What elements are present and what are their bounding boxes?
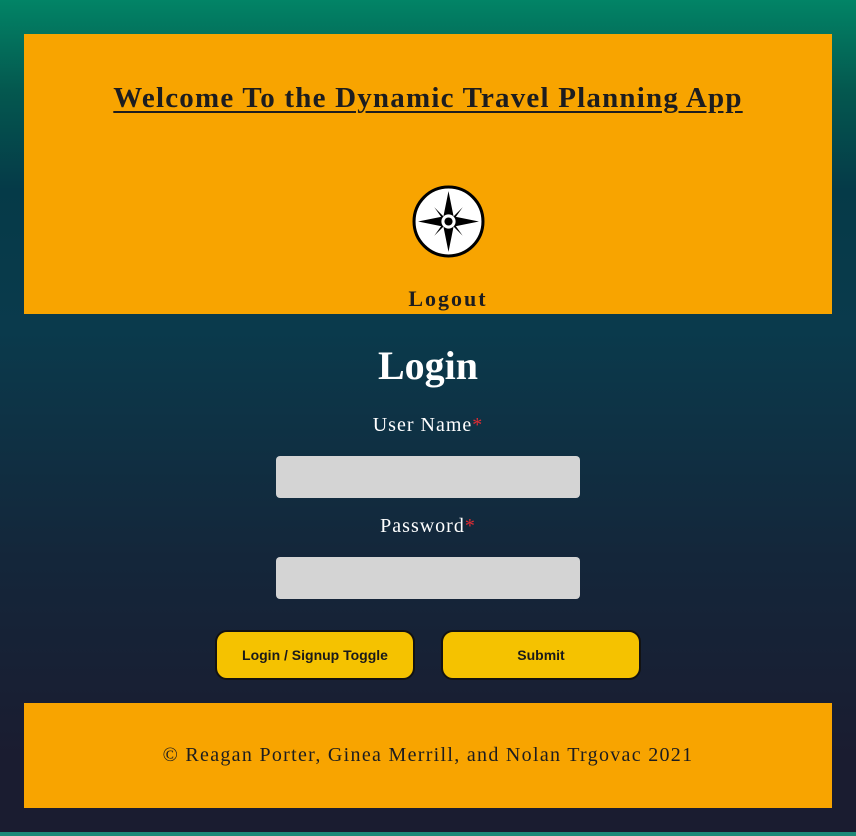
username-label: User Name*	[0, 414, 856, 437]
username-input[interactable]	[276, 456, 580, 498]
login-signup-toggle-button[interactable]: Login / Signup Toggle	[215, 630, 415, 680]
password-label-text: Password	[380, 515, 465, 537]
site-header	[24, 34, 832, 314]
password-input[interactable]	[276, 557, 580, 599]
login-form-title: Login	[377, 343, 479, 388]
copyright-text: © Reagan Porter, Ginea Merrill, and Nola…	[162, 744, 694, 766]
required-asterisk: *	[464, 515, 476, 537]
page-bottom-strip	[0, 832, 856, 836]
required-asterisk: *	[472, 414, 484, 436]
app-title-link[interactable]: Welcome To the Dynamic Travel Planning A…	[0, 82, 856, 115]
password-label: Password*	[0, 515, 856, 538]
site-footer: © Reagan Porter, Ginea Merrill, and Nola…	[24, 703, 832, 808]
logout-link[interactable]: Logout	[0, 286, 856, 312]
submit-button[interactable]: Submit	[441, 630, 641, 680]
compass-rose-icon[interactable]	[412, 185, 485, 258]
username-label-text: User Name	[372, 414, 473, 436]
